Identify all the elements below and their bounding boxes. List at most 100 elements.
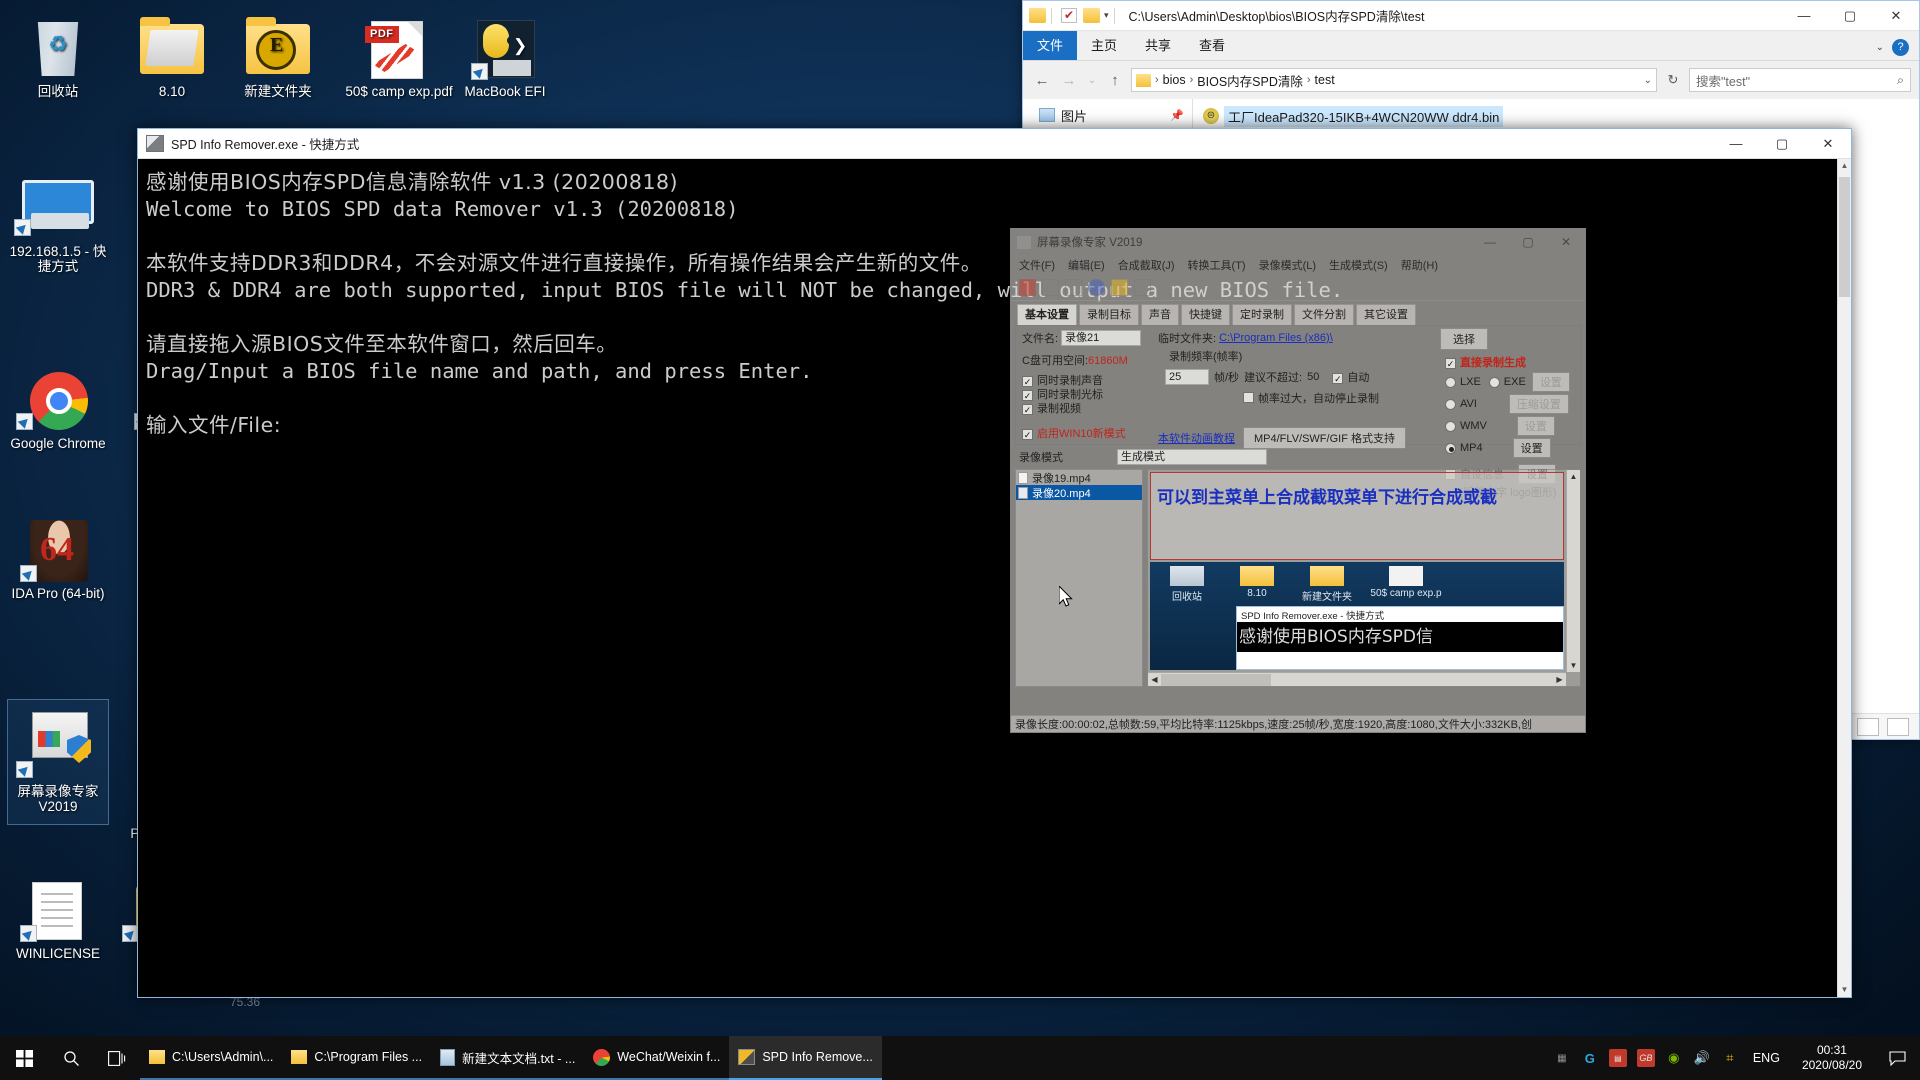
tab-basic-settings[interactable]: 基本设置 bbox=[1017, 304, 1077, 325]
taskbar[interactable]: C:\Users\Admin\... C:\Program Files ... … bbox=[0, 1036, 1920, 1080]
quick-access-new-folder-icon[interactable] bbox=[1083, 8, 1100, 23]
ribbon-tab-home[interactable]: 主页 bbox=[1077, 31, 1131, 60]
tab-other-settings[interactable]: 其它设置 bbox=[1356, 304, 1416, 325]
windows-start-icon[interactable] bbox=[0, 1036, 48, 1080]
desktop-icon-chrome[interactable]: Google Chrome bbox=[8, 370, 108, 451]
search-icon[interactable] bbox=[48, 1036, 94, 1080]
scroll-down-icon[interactable]: ▼ bbox=[1838, 983, 1851, 997]
recorder-minimize-button[interactable]: — bbox=[1471, 229, 1509, 255]
recorder-maximize-button[interactable]: ▢ bbox=[1509, 229, 1547, 255]
details-view-icon[interactable] bbox=[1857, 717, 1879, 736]
menu-edit[interactable]: 编辑(E) bbox=[1068, 257, 1105, 273]
recorder-close-button[interactable]: ✕ bbox=[1547, 229, 1585, 255]
desktop-icon-remote-desktop[interactable]: 192.168.1.5 - 快捷方式 bbox=[8, 178, 108, 274]
scroll-left-icon[interactable]: ◀ bbox=[1148, 673, 1161, 686]
format-support-button[interactable]: MP4/FLV/SWF/GIF 格式支持 bbox=[1243, 427, 1406, 449]
desktop-icon-new-folder[interactable]: E 新建文件夹 bbox=[228, 17, 328, 99]
recorder-menu-bar[interactable]: 文件(F) 编辑(E) 合成截取(J) 转换工具(T) 录像模式(L) 生成模式… bbox=[1011, 255, 1585, 275]
lxe-settings-button[interactable]: 设置 bbox=[1531, 372, 1570, 392]
checkbox-record-video[interactable]: ✓ 录制视频 bbox=[1022, 402, 1154, 416]
checkbox-direct-generate[interactable]: ✓ 直接录制生成 bbox=[1445, 354, 1571, 370]
stop-button-icon[interactable] bbox=[1042, 279, 1059, 296]
console-close-button[interactable]: ✕ bbox=[1805, 129, 1851, 159]
large-icons-view-icon[interactable] bbox=[1887, 717, 1909, 736]
task-view-icon[interactable] bbox=[94, 1036, 140, 1080]
console-title-bar[interactable]: SPD Info Remover.exe - 快捷方式 — ▢ ✕ bbox=[138, 129, 1851, 159]
checkbox-overrate-stop[interactable]: 帧率过大，自动停止录制 bbox=[1165, 390, 1429, 406]
open-folder-icon[interactable] bbox=[1111, 279, 1128, 296]
checkbox-record-cursor[interactable]: ✓ 同时录制光标 bbox=[1022, 388, 1154, 402]
red-app-icon[interactable]: ▤ bbox=[1608, 1049, 1627, 1067]
record-mode-value[interactable]: 生成模式 bbox=[1117, 449, 1267, 465]
scrollbar-thumb[interactable] bbox=[1839, 177, 1850, 297]
checkbox-auto-rate[interactable]: ✓ 自动 bbox=[1332, 369, 1369, 385]
back-button[interactable]: ← bbox=[1031, 72, 1053, 89]
recorder-toolbar[interactable] bbox=[1011, 275, 1585, 301]
menu-help[interactable]: 帮助(H) bbox=[1401, 257, 1438, 273]
pause-button-icon[interactable] bbox=[1065, 279, 1082, 296]
quick-access-customize-icon[interactable]: ▾ bbox=[1104, 10, 1109, 21]
tab-record-target[interactable]: 录制目标 bbox=[1079, 304, 1139, 325]
screen-recorder-window[interactable]: 屏幕录像专家 V2019 — ▢ ✕ 文件(F) 编辑(E) 合成截取(J) 转… bbox=[1010, 228, 1586, 733]
breadcrumb-item-spd[interactable]: BIOS内存SPD清除 bbox=[1193, 71, 1307, 90]
list-item[interactable]: 录像20.mp4 bbox=[1016, 485, 1142, 500]
settings-icon[interactable] bbox=[1134, 279, 1151, 296]
tempdir-value[interactable]: C:\Program Files (x86)\ bbox=[1219, 332, 1333, 344]
desktop-icon-macbook-efi[interactable]: ❯ MacBook EFI bbox=[455, 18, 555, 99]
breadcrumb-item-bios[interactable]: bios bbox=[1159, 73, 1190, 87]
radio-avi[interactable] bbox=[1445, 398, 1456, 410]
scrollbar-thumb[interactable] bbox=[1161, 674, 1271, 686]
preview-vertical-scrollbar[interactable]: ▲ ▼ bbox=[1566, 470, 1580, 672]
record-button-icon[interactable] bbox=[1019, 279, 1036, 296]
radio-lxe[interactable] bbox=[1445, 376, 1456, 388]
recorder-preview-pane[interactable]: 可以到主菜单上合成截取菜单下进行合成或截 回收站 8.10 新建文件夹 50$ … bbox=[1147, 469, 1581, 687]
taskbar-item-wechat[interactable]: WeChat/Weixin f... bbox=[584, 1036, 730, 1080]
ribbon-tab-file[interactable]: 文件 bbox=[1023, 31, 1078, 60]
tab-hotkeys[interactable]: 快捷键 bbox=[1181, 304, 1230, 325]
choose-tempdir-button[interactable]: 选择 bbox=[1440, 328, 1488, 350]
console-scrollbar[interactable]: ▲ ▼ bbox=[1837, 159, 1851, 997]
filename-input[interactable]: 录像21 bbox=[1061, 330, 1142, 346]
radio-mp4[interactable] bbox=[1445, 442, 1456, 454]
forward-button[interactable]: → bbox=[1058, 72, 1080, 89]
recorder-tabs[interactable]: 基本设置 录制目标 声音 快捷键 定时录制 文件分割 其它设置 bbox=[1011, 304, 1585, 325]
logitech-icon[interactable]: G bbox=[1581, 1049, 1599, 1067]
desktop-icon-recycle-bin[interactable]: 回收站 bbox=[8, 18, 108, 99]
rate-input[interactable]: 25 bbox=[1165, 369, 1209, 385]
action-center-icon[interactable] bbox=[1880, 1036, 1914, 1080]
system-tray[interactable]: ▦ G ▤ GB ◉ 🔊 ⌗ ENG 00:31 2020/08/20 bbox=[1553, 1036, 1920, 1080]
desktop-icon-winlicense[interactable]: WINLICENSE bbox=[8, 880, 108, 961]
explorer-title-bar[interactable]: ✔ ▾ C:\Users\Admin\Desktop\bios\BIOS内存SP… bbox=[1023, 1, 1919, 31]
console-maximize-button[interactable]: ▢ bbox=[1759, 129, 1805, 159]
tab-sound[interactable]: 声音 bbox=[1141, 304, 1179, 325]
tutorial-link[interactable]: 本软件动画教程 bbox=[1158, 430, 1235, 446]
desktop-icon-ida-pro[interactable]: 64 IDA Pro (64-bit) bbox=[8, 520, 108, 601]
refresh-button[interactable]: ↻ bbox=[1662, 72, 1684, 88]
taskbar-item-spd-info-remover[interactable]: SPD Info Remove... bbox=[729, 1036, 882, 1080]
console-minimize-button[interactable]: — bbox=[1713, 129, 1759, 159]
radio-wmv[interactable] bbox=[1445, 420, 1456, 432]
nvidia-icon[interactable]: ◉ bbox=[1665, 1049, 1683, 1067]
menu-file[interactable]: 文件(F) bbox=[1019, 257, 1055, 273]
help-icon[interactable]: ? bbox=[1892, 39, 1909, 56]
preview-horizontal-scrollbar[interactable]: ◀ ▶ bbox=[1148, 672, 1566, 686]
radio-exe[interactable] bbox=[1488, 376, 1500, 388]
table-row[interactable]: ⊜ 工厂IdeaPad320-15IKB+4WCN20WW ddr4.bin bbox=[1203, 105, 1919, 127]
menu-convert-tools[interactable]: 转换工具(T) bbox=[1188, 257, 1246, 273]
language-indicator[interactable]: ENG bbox=[1749, 1051, 1784, 1065]
explorer-maximize-button[interactable]: ▢ bbox=[1827, 1, 1873, 31]
taskbar-item-users-folder[interactable]: C:\Users\Admin\... bbox=[140, 1036, 283, 1080]
taskbar-item-program-files[interactable]: C:\Program Files ... bbox=[282, 1036, 432, 1080]
tab-timed-record[interactable]: 定时录制 bbox=[1232, 304, 1292, 325]
clock[interactable]: 00:31 2020/08/20 bbox=[1794, 1043, 1870, 1073]
recent-locations-icon[interactable]: ⌄ bbox=[1085, 75, 1099, 86]
taskbar-item-notepad[interactable]: 新建文本文档.txt - ... bbox=[431, 1036, 585, 1080]
hidden-icons-icon[interactable]: ▦ bbox=[1553, 1049, 1571, 1067]
scroll-up-icon[interactable]: ▲ bbox=[1838, 159, 1851, 173]
avi-compress-settings-button[interactable]: 压缩设置 bbox=[1508, 394, 1569, 414]
menu-compose[interactable]: 合成截取(J) bbox=[1118, 257, 1175, 273]
explorer-ribbon-tabs[interactable]: 文件 主页 共享 查看 ⌄ ? bbox=[1023, 31, 1919, 61]
checkbox-record-sound[interactable]: ✓ 同时录制声音 bbox=[1022, 374, 1154, 388]
spd-console-window[interactable]: SPD Info Remover.exe - 快捷方式 — ▢ ✕ 感谢使用BI… bbox=[137, 128, 1852, 998]
desktop-icon-screen-recorder[interactable]: 屏幕录像专家V2019 bbox=[7, 699, 109, 825]
